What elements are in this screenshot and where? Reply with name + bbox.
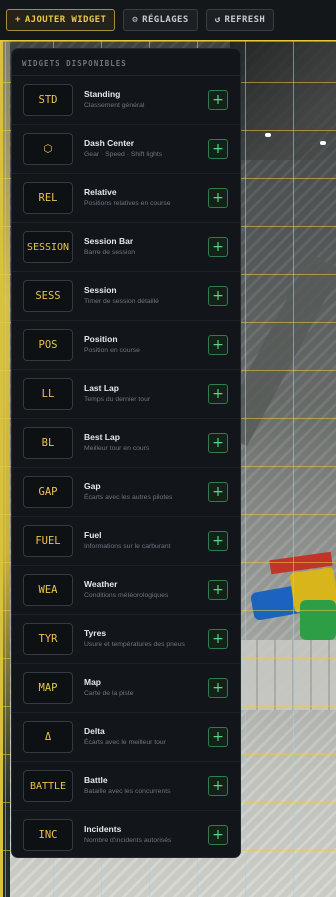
widget-badge: LL bbox=[23, 378, 73, 410]
widget-badge: TYR bbox=[23, 623, 73, 655]
widget-badge: POS bbox=[23, 329, 73, 361]
widget-name: Incidents bbox=[84, 824, 122, 834]
widget-badge: MAP bbox=[23, 672, 73, 704]
widget-description: Informations sur le carburant bbox=[84, 543, 171, 550]
top-toolbar: + AJOUTER WIDGET ⚙ RÉGLAGES ↺ REFRESH bbox=[0, 0, 336, 40]
add-widget-row-button[interactable]: + bbox=[208, 825, 228, 845]
widget-name: Map bbox=[84, 677, 101, 687]
widget-name: Relative bbox=[84, 187, 117, 197]
widget-row: Δ Delta Écarts avec le meilleur tour + bbox=[12, 713, 240, 762]
widget-description: Meilleur tour en cours bbox=[84, 445, 150, 452]
widget-description: Barre de session bbox=[84, 249, 136, 256]
widget-badge: Δ bbox=[23, 721, 73, 753]
widget-badge: SESS bbox=[23, 280, 73, 312]
widget-row: SESS Session Timer de session détaillé + bbox=[12, 272, 240, 321]
refresh-label: REFRESH bbox=[224, 15, 266, 25]
widget-row: TYR Tyres Usure et températures des pneu… bbox=[12, 615, 240, 664]
widget-row: POS Position Position en course + bbox=[12, 321, 240, 370]
widget-row: ⬡ Dash Center Gear · Speed · Shift light… bbox=[12, 125, 240, 174]
widget-row: LL Last Lap Temps du dernier tour + bbox=[12, 370, 240, 419]
widget-badge: SESSION bbox=[23, 231, 73, 263]
add-widget-button[interactable]: + AJOUTER WIDGET bbox=[6, 9, 116, 31]
widget-badge: BL bbox=[23, 427, 73, 459]
widget-name: Last Lap bbox=[84, 383, 119, 393]
widget-list: STD Standing Classement général + ⬡ Dash… bbox=[12, 76, 240, 857]
widget-description: Timer de session détaillé bbox=[84, 298, 159, 305]
widget-badge: GAP bbox=[23, 476, 73, 508]
add-widget-row-button[interactable]: + bbox=[208, 531, 228, 551]
widget-name: Battle bbox=[84, 775, 108, 785]
widget-name: Fuel bbox=[84, 530, 102, 540]
widget-name: Position bbox=[84, 334, 118, 344]
widget-name: Weather bbox=[84, 579, 118, 589]
add-widget-row-button[interactable]: + bbox=[208, 580, 228, 600]
widget-row: STD Standing Classement général + bbox=[12, 76, 240, 125]
widget-description: Carte de la piste bbox=[84, 690, 134, 697]
add-widget-row-button[interactable]: + bbox=[208, 237, 228, 257]
widget-row: BATTLE Battle Bataille avec les concurre… bbox=[12, 762, 240, 811]
add-widget-row-button[interactable]: + bbox=[208, 678, 228, 698]
widget-name: Delta bbox=[84, 726, 105, 736]
widget-description: Bataille avec les concurrents bbox=[84, 788, 171, 795]
add-widget-label: AJOUTER WIDGET bbox=[24, 15, 107, 25]
widget-badge: FUEL bbox=[23, 525, 73, 557]
widget-name: Session bbox=[84, 285, 117, 295]
widget-row: WEA Weather Conditions météorologiques + bbox=[12, 566, 240, 615]
widget-name: Dash Center bbox=[84, 138, 135, 148]
widget-row: MAP Map Carte de la piste + bbox=[12, 664, 240, 713]
panel-title: WIDGETS DISPONIBLES bbox=[12, 49, 240, 76]
widget-badge: STD bbox=[23, 84, 73, 116]
widget-row: INC Incidents Nombre d'incidents autoris… bbox=[12, 811, 240, 857]
gear-icon: ⚙ bbox=[132, 15, 139, 25]
widget-badge: INC bbox=[23, 819, 73, 851]
widget-name: Gap bbox=[84, 481, 101, 491]
widget-description: Conditions météorologiques bbox=[84, 592, 169, 599]
widget-badge: BATTLE bbox=[23, 770, 73, 802]
widget-description: Usure et températures des pneus bbox=[84, 641, 185, 648]
add-widget-row-button[interactable]: + bbox=[208, 727, 228, 747]
plus-icon: + bbox=[15, 15, 21, 25]
settings-button[interactable]: ⚙ RÉGLAGES bbox=[123, 9, 198, 31]
widget-row: REL Relative Positions relatives en cour… bbox=[12, 174, 240, 223]
add-widget-row-button[interactable]: + bbox=[208, 139, 228, 159]
widget-row: GAP Gap Écarts avec les autres pilotes + bbox=[12, 468, 240, 517]
add-widget-row-button[interactable]: + bbox=[208, 482, 228, 502]
widget-description: Écarts avec les autres pilotes bbox=[84, 494, 173, 501]
widget-badge: ⬡ bbox=[23, 133, 73, 165]
add-widget-row-button[interactable]: + bbox=[208, 286, 228, 306]
add-widget-row-button[interactable]: + bbox=[208, 629, 228, 649]
widget-row: FUEL Fuel Informations sur le carburant … bbox=[12, 517, 240, 566]
widget-name: Tyres bbox=[84, 628, 107, 638]
widget-name: Standing bbox=[84, 89, 121, 99]
widget-description: Nombre d'incidents autorisés bbox=[84, 837, 172, 844]
widget-badge: WEA bbox=[23, 574, 73, 606]
refresh-icon: ↺ bbox=[214, 15, 221, 25]
widget-row: SESSION Session Bar Barre de session + bbox=[12, 223, 240, 272]
widget-row: BL Best Lap Meilleur tour en cours + bbox=[12, 419, 240, 468]
add-widget-row-button[interactable]: + bbox=[208, 335, 228, 355]
add-widget-row-button[interactable]: + bbox=[208, 433, 228, 453]
widget-description: Temps du dernier tour bbox=[84, 396, 151, 403]
refresh-button[interactable]: ↺ REFRESH bbox=[205, 9, 275, 31]
widget-description: Classement général bbox=[84, 102, 145, 109]
add-widget-row-button[interactable]: + bbox=[208, 384, 228, 404]
widget-description: Positions relatives en course bbox=[84, 200, 171, 207]
widget-description: Position en course bbox=[84, 347, 140, 354]
widget-badge: REL bbox=[23, 182, 73, 214]
add-widget-row-button[interactable]: + bbox=[208, 188, 228, 208]
add-widget-row-button[interactable]: + bbox=[208, 90, 228, 110]
add-widget-row-button[interactable]: + bbox=[208, 776, 228, 796]
widget-description: Écarts avec le meilleur tour bbox=[84, 739, 166, 746]
widget-name: Best Lap bbox=[84, 432, 120, 442]
settings-label: RÉGLAGES bbox=[142, 15, 189, 25]
widget-name: Session Bar bbox=[84, 236, 134, 246]
widget-description: Gear · Speed · Shift lights bbox=[84, 151, 163, 158]
widgets-panel: WIDGETS DISPONIBLES STD Standing Classem… bbox=[11, 48, 241, 858]
